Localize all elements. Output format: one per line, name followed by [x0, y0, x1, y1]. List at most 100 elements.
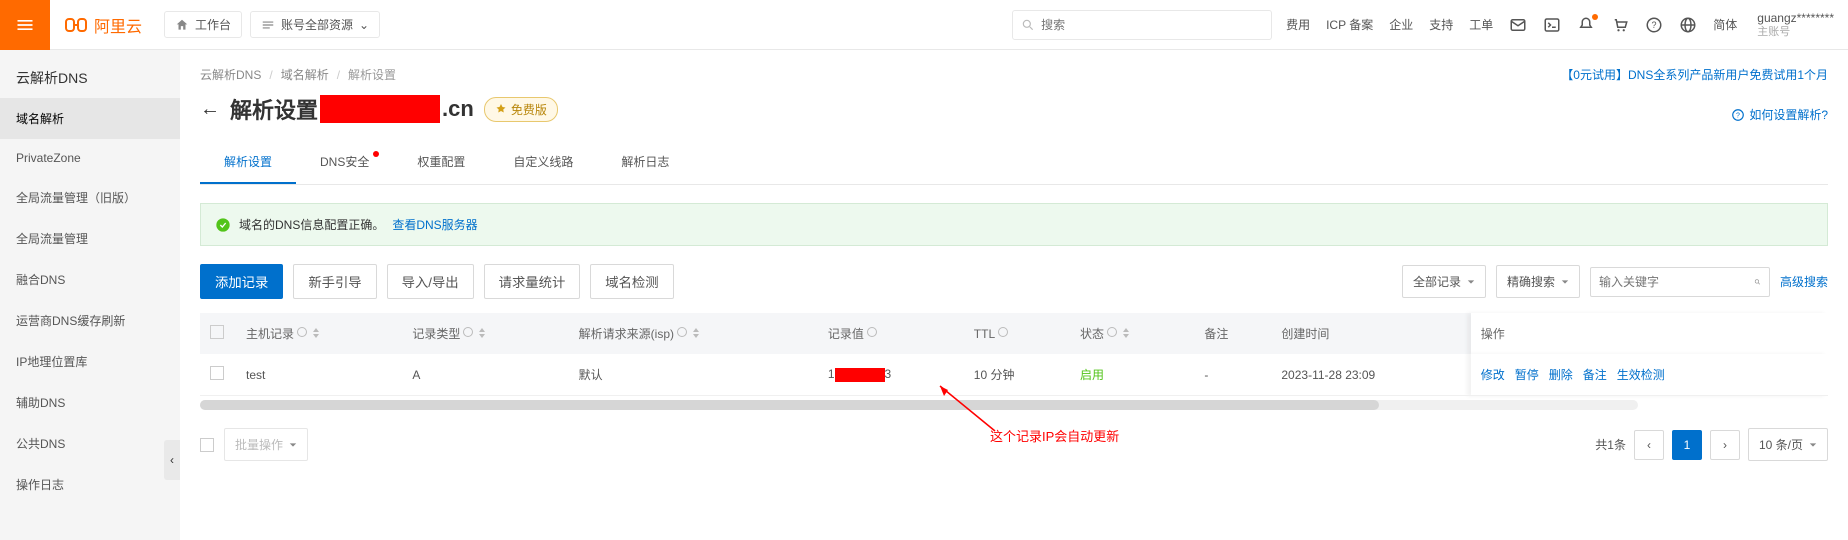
- sort-icon[interactable]: [691, 328, 701, 338]
- message-icon[interactable]: [1509, 16, 1527, 34]
- cell-actions: 修改 暂停 删除 备注 生效检测: [1471, 354, 1828, 396]
- sidebar-collapse[interactable]: ‹: [164, 440, 180, 480]
- bell-icon[interactable]: [1577, 16, 1595, 34]
- cart-icon[interactable]: [1611, 16, 1629, 34]
- view-dns-servers-link[interactable]: 查看DNS服务器: [392, 216, 477, 233]
- pager-page-1[interactable]: 1: [1672, 430, 1702, 460]
- row-checkbox[interactable]: [210, 366, 224, 380]
- request-stats-button[interactable]: 请求量统计: [484, 264, 581, 299]
- checkbox-all[interactable]: [210, 325, 224, 339]
- help-icon[interactable]: [676, 326, 688, 338]
- pager-prev[interactable]: ‹: [1634, 430, 1664, 460]
- hamburger-menu[interactable]: [0, 0, 50, 50]
- support-link[interactable]: 支持: [1429, 16, 1453, 33]
- sidebar-item-privatezone[interactable]: PrivateZone: [0, 139, 180, 177]
- global-search[interactable]: [1012, 10, 1272, 40]
- sidebar-item-op-log[interactable]: 操作日志: [0, 464, 180, 505]
- global-search-input[interactable]: [1041, 18, 1263, 32]
- sort-icon[interactable]: [1121, 328, 1131, 338]
- ticket-link[interactable]: 工单: [1469, 16, 1493, 33]
- sidebar-item-isp-cache[interactable]: 运营商DNS缓存刷新: [0, 300, 180, 341]
- user-name: guangz********: [1757, 11, 1834, 25]
- annotation-text: 这个记录IP会自动更新: [990, 426, 1119, 445]
- breadcrumb-parent[interactable]: 域名解析: [281, 66, 329, 83]
- cell-isp: 默认: [569, 354, 818, 396]
- import-export-button[interactable]: 导入/导出: [387, 264, 474, 299]
- icp-link[interactable]: ICP 备案: [1326, 16, 1373, 33]
- back-arrow[interactable]: ←: [200, 98, 220, 121]
- keyword-filter[interactable]: [1590, 267, 1770, 297]
- pager-next[interactable]: ›: [1710, 430, 1740, 460]
- cell-value: 13: [818, 354, 964, 396]
- lang-switch[interactable]: 简体: [1713, 16, 1737, 33]
- sidebar-item-gtm-old[interactable]: 全局流量管理（旧版）: [0, 177, 180, 218]
- search-mode-select[interactable]: 精确搜索: [1496, 265, 1580, 298]
- domain-check-button[interactable]: 域名检测: [590, 264, 673, 299]
- newbie-guide-button[interactable]: 新手引导: [293, 264, 376, 299]
- records-table: 主机记录 记录类型 解析请求来源(isp) 记录值 TTL 状态 备注 创建时间…: [200, 313, 1828, 396]
- sidebar-title: 云解析DNS: [0, 50, 180, 98]
- fees-link[interactable]: 费用: [1286, 16, 1310, 33]
- add-record-button[interactable]: 添加记录: [200, 264, 283, 299]
- action-edit[interactable]: 修改: [1481, 366, 1505, 383]
- page-size-select[interactable]: 10 条/页: [1748, 428, 1828, 461]
- how-to-resolve-link[interactable]: ? 如何设置解析?: [1731, 106, 1828, 123]
- cell-host: test: [236, 354, 402, 396]
- sidebar: 云解析DNS 域名解析 PrivateZone 全局流量管理（旧版） 全局流量管…: [0, 50, 180, 540]
- sidebar-item-public-dns[interactable]: 公共DNS: [0, 423, 180, 464]
- cell-status: 启用: [1070, 354, 1194, 396]
- search-icon[interactable]: [1754, 275, 1761, 289]
- account-resources-dropdown[interactable]: 账号全部资源⌄: [250, 11, 380, 38]
- footer-checkbox-all[interactable]: [200, 438, 214, 452]
- help-icon[interactable]: ?: [1645, 16, 1663, 34]
- terminal-icon[interactable]: [1543, 16, 1561, 34]
- sidebar-item-fused-dns[interactable]: 融合DNS: [0, 259, 180, 300]
- col-remark: 备注: [1194, 313, 1271, 354]
- help-icon[interactable]: [462, 326, 474, 338]
- tab-resolve-log[interactable]: 解析日志: [597, 141, 693, 184]
- horizontal-scrollbar[interactable]: [200, 400, 1638, 410]
- col-ctime: 创建时间: [1271, 313, 1470, 354]
- help-icon[interactable]: [1106, 326, 1118, 338]
- col-value: 记录值: [818, 313, 964, 354]
- action-effect-check[interactable]: 生效检测: [1617, 366, 1665, 383]
- sidebar-item-domain-resolve[interactable]: 域名解析: [0, 98, 180, 139]
- domain-redacted: [320, 95, 440, 123]
- main-content: 云解析DNS/ 域名解析/ 解析设置 【0元试用】DNS全系列产品新用户免费试用…: [180, 50, 1848, 540]
- cell-remark: -: [1194, 354, 1271, 396]
- record-scope-select[interactable]: 全部记录: [1402, 265, 1486, 298]
- plan-badge: 免费版: [484, 97, 558, 122]
- table-row: test A 默认 13 10 分钟 启用 - 2023-11-28 23:09…: [200, 354, 1828, 396]
- ip-redacted: [835, 368, 885, 382]
- action-remark[interactable]: 备注: [1583, 366, 1607, 383]
- keyword-input[interactable]: [1599, 275, 1754, 289]
- tab-dns-security[interactable]: DNS安全: [296, 141, 393, 184]
- ok-banner-text: 域名的DNS信息配置正确。: [239, 216, 384, 233]
- col-actions: 操作: [1471, 313, 1828, 354]
- breadcrumb-root[interactable]: 云解析DNS: [200, 66, 261, 83]
- sidebar-item-geo-ip[interactable]: IP地理位置库: [0, 341, 180, 382]
- tab-weight[interactable]: 权重配置: [393, 141, 489, 184]
- col-isp: 解析请求来源(isp): [569, 313, 818, 354]
- action-delete[interactable]: 删除: [1549, 366, 1573, 383]
- tab-custom-line[interactable]: 自定义线路: [489, 141, 597, 184]
- help-icon[interactable]: [296, 326, 308, 338]
- sort-icon[interactable]: [477, 328, 487, 338]
- tab-resolve-settings[interactable]: 解析设置: [200, 141, 296, 184]
- sidebar-item-gtm[interactable]: 全局流量管理: [0, 218, 180, 259]
- help-icon[interactable]: [866, 326, 878, 338]
- globe-icon[interactable]: [1679, 16, 1697, 34]
- advanced-search-link[interactable]: 高级搜索: [1780, 273, 1828, 290]
- page-title: 解析设置 .cn: [230, 93, 474, 125]
- promo-link[interactable]: DNS全系列产品新用户免费试用1个月: [1628, 68, 1828, 82]
- enterprise-link[interactable]: 企业: [1389, 16, 1413, 33]
- sort-icon[interactable]: [311, 328, 321, 338]
- brand-logo[interactable]: 阿里云: [50, 13, 156, 37]
- dns-ok-banner: 域名的DNS信息配置正确。 查看DNS服务器: [200, 203, 1828, 246]
- workbench-link[interactable]: 工作台: [164, 11, 242, 38]
- action-pause[interactable]: 暂停: [1515, 366, 1539, 383]
- help-icon[interactable]: [997, 326, 1009, 338]
- user-menu[interactable]: guangz******** 主账号: [1753, 11, 1834, 39]
- sidebar-item-secondary-dns[interactable]: 辅助DNS: [0, 382, 180, 423]
- cell-type: A: [402, 354, 568, 396]
